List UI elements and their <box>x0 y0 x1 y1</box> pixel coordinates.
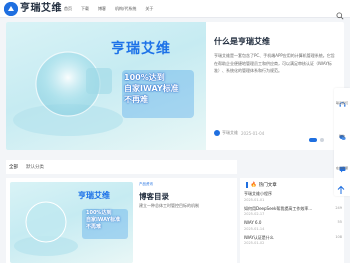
online-service-button[interactable]: 在线客服 <box>334 158 350 173</box>
nav-item-blog[interactable]: 博客 <box>98 0 106 18</box>
contact-us-label: 联系我们 <box>335 101 348 105</box>
contact-us-button[interactable]: 联系我们 <box>334 93 350 107</box>
article-card[interactable]: 亨瑞艾维 100%达到 自家IWAY标准 不再难 产品资讯 博客目录 建立一种总… <box>6 178 237 263</box>
list-item[interactable]: 亨瑞艾维小程序 0 2025-01-01 <box>244 191 342 202</box>
back-to-top-button[interactable] <box>336 180 346 194</box>
hero-banner[interactable]: 亨瑞艾维 100%达到 自家IWAY标准 不再难 什么是亨瑞艾维 亨瑞艾维是一套… <box>6 22 344 150</box>
hero-text: 什么是亨瑞艾维 亨瑞艾维是一套包含了PC、手机端APP应用的计算机管理系统。它旨… <box>214 36 338 75</box>
search-icon[interactable] <box>336 5 344 20</box>
hero-image-slogan: 100%达到 自家IWAY标准 不再难 <box>124 72 192 118</box>
thumbnail-line-1: 100%达到 <box>86 210 112 216</box>
site-logo-text[interactable]: 亨瑞艾维 <box>20 2 62 16</box>
nav-item-agency[interactable]: 机构/代系统 <box>115 0 136 18</box>
hero-image-line-2: 自家IWAY标准 <box>124 84 179 93</box>
hot-article-date: 2025-01-02 <box>244 241 265 245</box>
hot-article-title[interactable]: 亨瑞艾维小程序 <box>244 191 320 197</box>
wechat-button[interactable]: 微信 <box>334 126 350 140</box>
nav-item-about[interactable]: 关于 <box>145 0 153 18</box>
heading-accent-bar <box>246 182 248 188</box>
category-tabs: 全部 默认分类 <box>6 160 237 174</box>
hot-article-date: 2025-01-01 <box>244 197 265 202</box>
hot-article-views: 55 <box>337 220 342 224</box>
hero-title[interactable]: 什么是亨瑞艾维 <box>214 36 338 47</box>
article-excerpt: 建立一种总体工时管控目标的机制 <box>139 203 199 208</box>
tab-default[interactable]: 默认分类 <box>26 164 44 170</box>
hot-article-views: 249 <box>335 205 342 210</box>
hero-image-title: 亨瑞艾维 <box>111 41 171 57</box>
tab-all[interactable]: 全部 <box>9 164 18 170</box>
logo-icon[interactable] <box>4 2 18 16</box>
hero-image[interactable]: 亨瑞艾维 100%达到 自家IWAY标准 不再难 <box>6 22 206 150</box>
wechat-label: 微信 <box>338 134 345 138</box>
hot-articles-title: 热门文章 <box>258 183 277 188</box>
wechat-icon <box>338 126 346 140</box>
article-title[interactable]: 博客目录 <box>139 191 169 202</box>
hero-image-line-1: 100%达到 <box>124 73 165 82</box>
top-header: 亨瑞艾维 首页 下载 博客 机构/代系统 关于 <box>0 0 350 20</box>
hero-meta: 亨瑞艾维 2025-01-04 <box>214 130 264 136</box>
fire-icon: 🔥 <box>250 182 257 188</box>
chat-icon <box>339 158 346 173</box>
thumbnail-line-3: 不再难 <box>86 224 102 230</box>
main-nav: 首页 下载 博客 机构/代系统 关于 <box>64 0 162 18</box>
nav-item-download[interactable]: 下载 <box>81 0 89 18</box>
list-item[interactable]: 如何用DeepSeek帮我提高工作效率... 249 2025-02-17 <box>244 206 342 217</box>
thumbnail-title: 亨瑞艾维 <box>78 191 110 200</box>
nav-item-home[interactable]: 首页 <box>64 0 72 18</box>
arrow-up-icon <box>337 185 345 194</box>
author-avatar <box>214 130 220 136</box>
online-service-label: 在线客服 <box>335 166 348 170</box>
hero-description: 亨瑞艾维是一套包含了PC、手机端APP应用的计算机管理系统。它旨在帮助企业便捷地… <box>214 53 335 73</box>
headset-icon <box>339 93 346 107</box>
carousel-dot-1[interactable] <box>309 138 317 142</box>
hot-article-title[interactable]: 如何用DeepSeek帮我提高工作效率... <box>244 206 320 212</box>
hot-articles-heading: 🔥 热门文章 <box>246 182 277 188</box>
hot-articles-panel: 🔥 热门文章 亨瑞艾维小程序 0 2025-01-01 如何用DeepSeek帮… <box>240 178 344 263</box>
thumbnail-slogan: 100%达到 自家IWAY标准 不再难 <box>86 210 120 231</box>
carousel-dot-2[interactable] <box>320 138 324 142</box>
carousel-indicators <box>306 138 324 142</box>
hero-date: 2025-01-04 <box>241 130 265 136</box>
hot-article-date: 2025-02-17 <box>244 212 265 216</box>
hot-article-title[interactable]: IWAY认证是什么 <box>244 235 320 241</box>
hero-author: 亨瑞艾维 <box>222 130 238 135</box>
hot-article-date: 2025-01-14 <box>244 226 265 231</box>
thumbnail-line-2: 自家IWAY标准 <box>86 217 121 223</box>
list-item[interactable]: IWAY 6.0 55 2025-01-14 <box>244 220 342 231</box>
hero-image-line-3: 不再难 <box>124 95 148 104</box>
article-thumbnail[interactable]: 亨瑞艾维 100%达到 自家IWAY标准 不再难 <box>10 182 133 263</box>
hot-article-views: 108 <box>335 234 342 239</box>
hot-articles-list: 亨瑞艾维小程序 0 2025-01-01 如何用DeepSeek帮我提高工作效率… <box>244 191 342 249</box>
hot-article-title[interactable]: IWAY 6.0 <box>244 220 320 226</box>
list-item[interactable]: IWAY认证是什么 108 2025-01-02 <box>244 235 342 246</box>
article-tag[interactable]: 产品资讯 <box>139 182 153 187</box>
